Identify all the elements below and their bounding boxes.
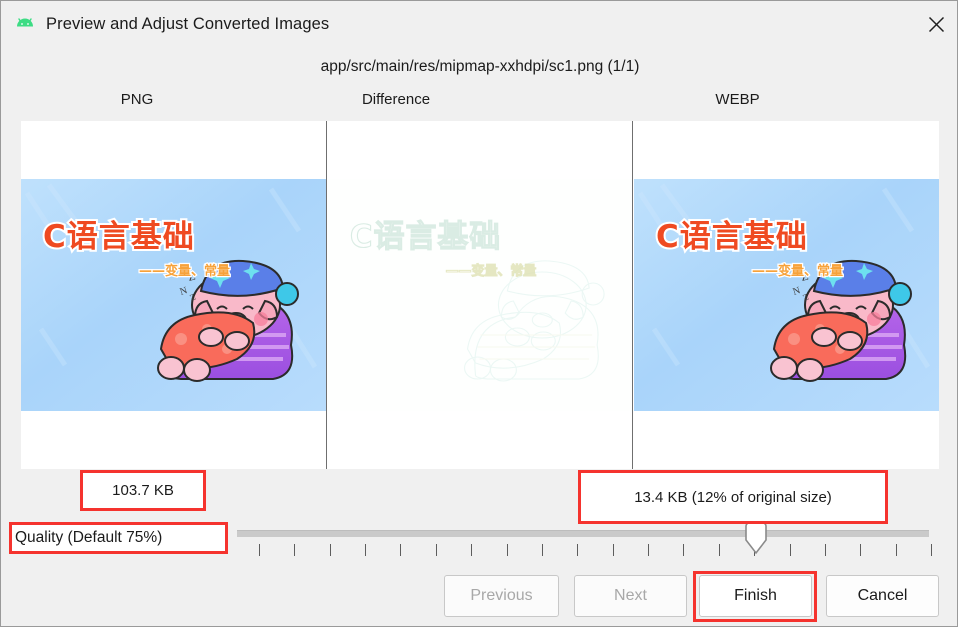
quality-slider-track[interactable] (237, 530, 929, 537)
column-header-difference: Difference (361, 91, 431, 108)
quality-slider-tick (330, 544, 331, 556)
quality-slider-tick (860, 544, 861, 556)
title-bar: Preview and Adjust Converted Images (1, 1, 957, 48)
column-header-png: PNG (120, 91, 154, 108)
cancel-button[interactable]: Cancel (826, 575, 939, 617)
quality-slider-tick (400, 544, 401, 556)
quality-slider-tick (365, 544, 366, 556)
preview-image-difference: C语言基础 ——变量、常量 (328, 179, 632, 411)
pane-divider-2 (632, 121, 633, 469)
dialog-button-row: Previous Next Finish Cancel (1, 575, 957, 619)
close-icon[interactable] (913, 1, 957, 47)
quality-slider-tick (507, 544, 508, 556)
column-headers: PNG Difference WEBP (1, 91, 957, 115)
quality-slider-tick (613, 544, 614, 556)
pane-divider-1 (326, 121, 327, 469)
quality-slider-tick (931, 544, 932, 556)
svg-text:C语言基础: C语言基础 (350, 219, 501, 255)
preview-image-webp: Z N Z C语言基础 ——变量、常量 (634, 179, 939, 411)
quality-slider-tick (648, 544, 649, 556)
png-file-size: 103.7 KB (112, 482, 174, 499)
quality-slider-ticks (237, 544, 932, 557)
android-robot-icon (14, 14, 36, 36)
quality-slider-tick (294, 544, 295, 556)
quality-slider-tick (790, 544, 791, 556)
webp-file-size: 13.4 KB (12% of original size) (634, 488, 832, 506)
column-header-webp: WEBP (715, 91, 760, 108)
window-title: Preview and Adjust Converted Images (46, 15, 330, 33)
preview-pane-webp[interactable]: Z N Z C语言基础 ——变量、常量 (634, 121, 939, 469)
preview-pane-png[interactable]: Z N Z C语言基础 ——变量、常量 (21, 121, 326, 469)
quality-slider-tick (259, 544, 260, 556)
quality-slider-tick (542, 544, 543, 556)
preview-image-png: Z N Z C语言基础 ——变量、常量 (21, 179, 326, 411)
image-path-caption: app/src/main/res/mipmap-xxhdpi/sc1.png (… (320, 58, 640, 75)
preview-area: Z N Z C语言基础 ——变量、常量 C语言基础 ——变量、常量 Z N Z … (21, 121, 939, 469)
quality-slider-tick (719, 544, 720, 556)
svg-text:——变量、常量: ——变量、常量 (752, 263, 843, 279)
preview-pane-difference[interactable]: C语言基础 ——变量、常量 (328, 121, 632, 469)
quality-slider[interactable] (237, 522, 932, 558)
finish-button[interactable]: Finish (699, 575, 812, 617)
svg-text:C语言基础: C语言基础 (43, 219, 195, 255)
svg-text:C语言基础: C语言基础 (656, 219, 808, 255)
quality-slider-tick (471, 544, 472, 556)
previous-button[interactable]: Previous (444, 575, 559, 617)
svg-text:——变量、常量: ——变量、常量 (446, 263, 537, 279)
next-button[interactable]: Next (574, 575, 687, 617)
quality-slider-tick (577, 544, 578, 556)
quality-slider-tick (436, 544, 437, 556)
quality-slider-tick (896, 544, 897, 556)
quality-slider-tick (825, 544, 826, 556)
svg-text:——变量、常量: ——变量、常量 (139, 263, 230, 279)
quality-slider-tick (683, 544, 684, 556)
preview-adjust-converted-images-dialog: Preview and Adjust Converted Images app/… (0, 0, 958, 627)
quality-label: Quality (Default 75%) (15, 529, 163, 546)
quality-slider-thumb[interactable] (743, 522, 769, 555)
